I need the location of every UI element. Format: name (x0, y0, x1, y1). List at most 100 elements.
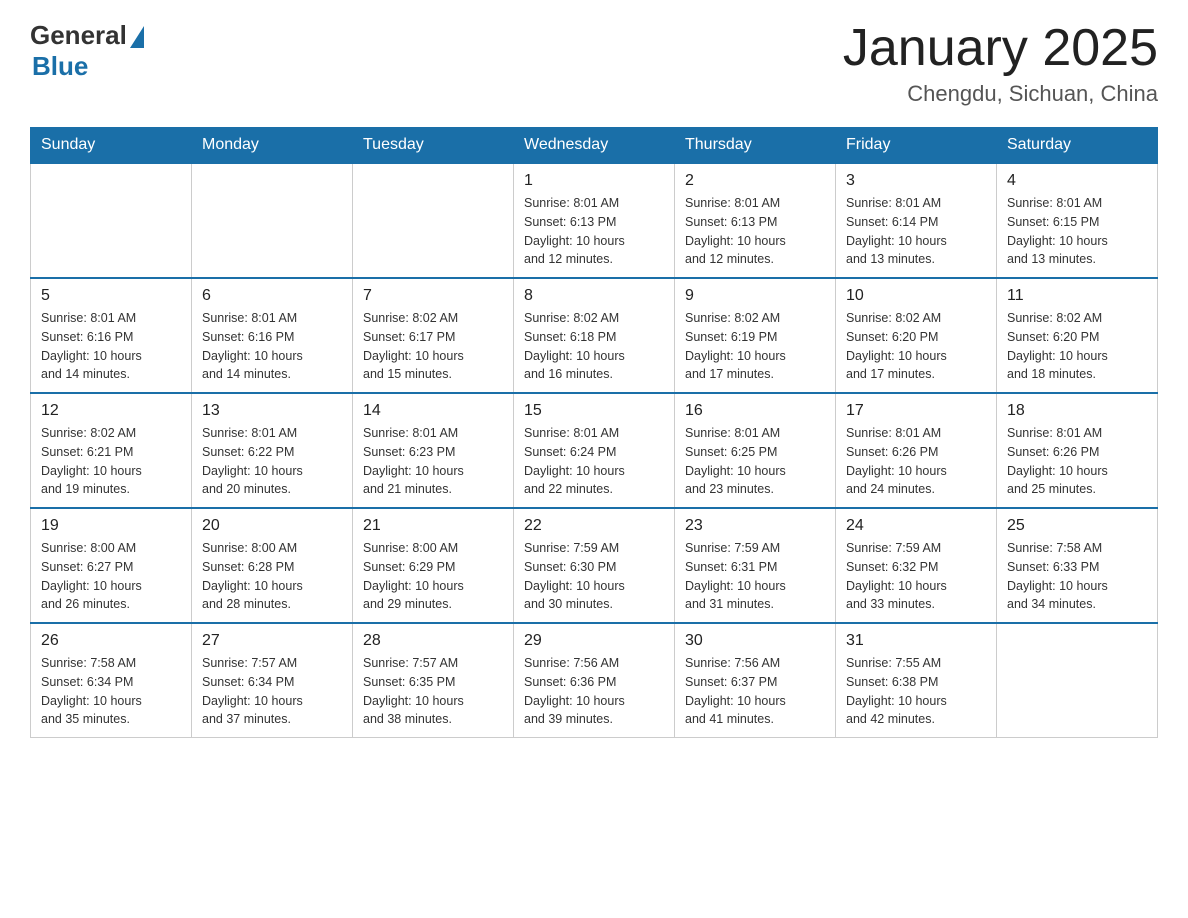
day-info: Sunrise: 7:56 AMSunset: 6:36 PMDaylight:… (524, 654, 664, 729)
month-title: January 2025 (843, 20, 1158, 77)
calendar-cell: 7Sunrise: 8:02 AMSunset: 6:17 PMDaylight… (353, 278, 514, 393)
calendar-cell: 10 Sunrise: 8:02 AMSunset: 6:20 PMDayligh… (836, 278, 997, 393)
calendar-cell: 8 Sunrise: 8:02 AMSunset: 6:18 PMDaylight… (514, 278, 675, 393)
day-number: 14 (363, 402, 503, 420)
calendar-table: SundayMondayTuesdayWednesdayThursdayFrid… (30, 127, 1158, 738)
day-number: 1 (524, 172, 664, 190)
day-number: 12 (41, 402, 181, 420)
day-number: 26 (41, 632, 181, 650)
calendar-cell: 17 Sunrise: 8:01 AMSunset: 6:26 PMDayligh… (836, 393, 997, 508)
day-number: 30 (685, 632, 825, 650)
day-info: Sunrise: 7:55 AMSunset: 6:38 PMDaylight:… (846, 654, 986, 729)
header-monday: Monday (192, 128, 353, 164)
week-row-4: 26 Sunrise: 7:58 AMSunset: 6:34 PMDayligh… (31, 623, 1158, 738)
calendar-cell: 31 Sunrise: 7:55 AMSunset: 6:38 PMDayligh… (836, 623, 997, 738)
day-number: 4 (1007, 172, 1147, 190)
day-info: Sunrise: 7:59 AMSunset: 6:31 PMDaylight:… (685, 539, 825, 614)
day-number: 21 (363, 517, 503, 535)
day-info: Sunrise: 7:58 AMSunset: 6:33 PMDaylight:… (1007, 539, 1147, 614)
calendar-body: 1 Sunrise: 8:01 AMSunset: 6:13 PMDaylight… (31, 163, 1158, 738)
day-info: Sunrise: 7:56 AMSunset: 6:37 PMDaylight:… (685, 654, 825, 729)
calendar-cell: 13 Sunrise: 8:01 AMSunset: 6:22 PMDayligh… (192, 393, 353, 508)
calendar-cell: 22 Sunrise: 7:59 AMSunset: 6:30 PMDayligh… (514, 508, 675, 623)
day-number: 29 (524, 632, 664, 650)
day-info: Sunrise: 8:01 AMSunset: 6:26 PMDaylight:… (1007, 424, 1147, 499)
logo-triangle-icon (130, 26, 144, 48)
day-info: Sunrise: 8:01 AMSunset: 6:23 PMDaylight:… (363, 424, 503, 499)
day-info: Sunrise: 8:02 AMSunset: 6:21 PMDaylight:… (41, 424, 181, 499)
calendar-cell: 25 Sunrise: 7:58 AMSunset: 6:33 PMDayligh… (997, 508, 1158, 623)
day-info: Sunrise: 8:00 AMSunset: 6:28 PMDaylight:… (202, 539, 342, 614)
calendar-cell (997, 623, 1158, 738)
day-number: 3 (846, 172, 986, 190)
calendar-cell: 29 Sunrise: 7:56 AMSunset: 6:36 PMDayligh… (514, 623, 675, 738)
day-number: 28 (363, 632, 503, 650)
week-row-2: 12 Sunrise: 8:02 AMSunset: 6:21 PMDayligh… (31, 393, 1158, 508)
day-number: 22 (524, 517, 664, 535)
day-info: Sunrise: 7:59 AMSunset: 6:30 PMDaylight:… (524, 539, 664, 614)
day-number: 15 (524, 402, 664, 420)
header-thursday: Thursday (675, 128, 836, 164)
header-friday: Friday (836, 128, 997, 164)
calendar-cell: 30 Sunrise: 7:56 AMSunset: 6:37 PMDayligh… (675, 623, 836, 738)
day-number: 18 (1007, 402, 1147, 420)
calendar-cell: 26 Sunrise: 7:58 AMSunset: 6:34 PMDayligh… (31, 623, 192, 738)
day-info: Sunrise: 8:01 AMSunset: 6:25 PMDaylight:… (685, 424, 825, 499)
day-number: 9 (685, 287, 825, 305)
day-number: 8 (524, 287, 664, 305)
day-info: Sunrise: 8:01 AMSunset: 6:26 PMDaylight:… (846, 424, 986, 499)
day-number: 31 (846, 632, 986, 650)
calendar-cell: 18 Sunrise: 8:01 AMSunset: 6:26 PMDayligh… (997, 393, 1158, 508)
header-sunday: Sunday (31, 128, 192, 164)
day-number: 2 (685, 172, 825, 190)
calendar-cell: 28Sunrise: 7:57 AMSunset: 6:35 PMDayligh… (353, 623, 514, 738)
week-row-0: 1 Sunrise: 8:01 AMSunset: 6:13 PMDaylight… (31, 163, 1158, 278)
calendar-cell: 4 Sunrise: 8:01 AMSunset: 6:15 PMDaylight… (997, 163, 1158, 278)
day-info: Sunrise: 8:02 AMSunset: 6:20 PMDaylight:… (1007, 309, 1147, 384)
week-row-1: 5 Sunrise: 8:01 AMSunset: 6:16 PMDaylight… (31, 278, 1158, 393)
header-tuesday: Tuesday (353, 128, 514, 164)
calendar-cell: 6Sunrise: 8:01 AMSunset: 6:16 PMDaylight… (192, 278, 353, 393)
day-info: Sunrise: 7:57 AMSunset: 6:34 PMDaylight:… (202, 654, 342, 729)
day-number: 6 (202, 287, 342, 305)
header-row: SundayMondayTuesdayWednesdayThursdayFrid… (31, 128, 1158, 164)
day-number: 13 (202, 402, 342, 420)
page-header: General Blue January 2025 Chengdu, Sichu… (30, 20, 1158, 107)
calendar-cell: 14 Sunrise: 8:01 AMSunset: 6:23 PMDayligh… (353, 393, 514, 508)
header-saturday: Saturday (997, 128, 1158, 164)
calendar-cell: 11Sunrise: 8:02 AMSunset: 6:20 PMDayligh… (997, 278, 1158, 393)
day-info: Sunrise: 8:00 AMSunset: 6:27 PMDaylight:… (41, 539, 181, 614)
day-number: 20 (202, 517, 342, 535)
calendar-cell: 2 Sunrise: 8:01 AMSunset: 6:13 PMDaylight… (675, 163, 836, 278)
day-info: Sunrise: 8:02 AMSunset: 6:20 PMDaylight:… (846, 309, 986, 384)
day-info: Sunrise: 8:01 AMSunset: 6:13 PMDaylight:… (524, 194, 664, 269)
day-info: Sunrise: 8:01 AMSunset: 6:22 PMDaylight:… (202, 424, 342, 499)
calendar-cell: 27 Sunrise: 7:57 AMSunset: 6:34 PMDayligh… (192, 623, 353, 738)
day-info: Sunrise: 8:02 AMSunset: 6:19 PMDaylight:… (685, 309, 825, 384)
day-info: Sunrise: 7:58 AMSunset: 6:34 PMDaylight:… (41, 654, 181, 729)
day-info: Sunrise: 8:01 AMSunset: 6:15 PMDaylight:… (1007, 194, 1147, 269)
day-number: 10 (846, 287, 986, 305)
week-row-3: 19Sunrise: 8:00 AMSunset: 6:27 PMDayligh… (31, 508, 1158, 623)
calendar-cell: 1 Sunrise: 8:01 AMSunset: 6:13 PMDaylight… (514, 163, 675, 278)
day-info: Sunrise: 8:01 AMSunset: 6:14 PMDaylight:… (846, 194, 986, 269)
day-number: 27 (202, 632, 342, 650)
calendar-cell: 21 Sunrise: 8:00 AMSunset: 6:29 PMDayligh… (353, 508, 514, 623)
day-info: Sunrise: 8:00 AMSunset: 6:29 PMDaylight:… (363, 539, 503, 614)
day-info: Sunrise: 8:01 AMSunset: 6:13 PMDaylight:… (685, 194, 825, 269)
calendar-cell: 24Sunrise: 7:59 AMSunset: 6:32 PMDayligh… (836, 508, 997, 623)
location: Chengdu, Sichuan, China (843, 81, 1158, 107)
day-number: 7 (363, 287, 503, 305)
calendar-cell (31, 163, 192, 278)
calendar-cell: 19Sunrise: 8:00 AMSunset: 6:27 PMDayligh… (31, 508, 192, 623)
day-number: 17 (846, 402, 986, 420)
calendar-cell (192, 163, 353, 278)
day-info: Sunrise: 8:02 AMSunset: 6:18 PMDaylight:… (524, 309, 664, 384)
day-number: 5 (41, 287, 181, 305)
calendar-cell: 9 Sunrise: 8:02 AMSunset: 6:19 PMDaylight… (675, 278, 836, 393)
day-info: Sunrise: 8:01 AMSunset: 6:16 PMDaylight:… (41, 309, 181, 384)
logo-blue-text: Blue (32, 51, 88, 82)
day-number: 25 (1007, 517, 1147, 535)
calendar-cell: 16Sunrise: 8:01 AMSunset: 6:25 PMDayligh… (675, 393, 836, 508)
day-info: Sunrise: 8:01 AMSunset: 6:24 PMDaylight:… (524, 424, 664, 499)
